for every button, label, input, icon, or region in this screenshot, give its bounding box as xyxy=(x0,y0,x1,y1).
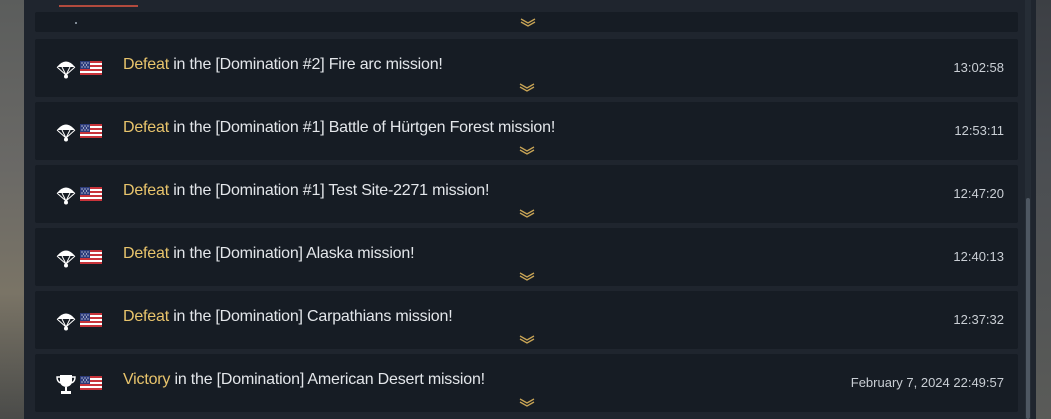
timestamp: 13:02:58 xyxy=(953,60,1004,75)
us-flag-icon xyxy=(80,61,102,75)
trophy-icon xyxy=(56,375,76,394)
timestamp: February 7, 2024 22:49:57 xyxy=(850,375,1004,390)
expand-chevron-icon[interactable] xyxy=(519,272,535,281)
mission-text: in the [Domination #1] Test Site-2271 mi… xyxy=(168,182,490,199)
timestamp: 12:37:32 xyxy=(953,312,1004,327)
message-text: Defeat in the [Domination] Alaska missio… xyxy=(123,245,415,263)
message-row-6[interactable]: Victory in the [Domination] American Des… xyxy=(35,354,1018,412)
expand-chevron-icon[interactable] xyxy=(520,18,536,27)
message-row-3[interactable]: Defeat in the [Domination #1] Test Site-… xyxy=(35,165,1018,223)
expand-chevron-icon[interactable] xyxy=(519,398,535,407)
partial-icon xyxy=(75,22,77,24)
mission-text: in the [Domination] American Desert miss… xyxy=(170,371,485,388)
message-text: Defeat in the [Domination #1] Test Site-… xyxy=(123,182,489,200)
mission-text: in the [Domination] Carpathians mission! xyxy=(168,308,453,325)
us-flag-icon xyxy=(80,250,102,264)
parachute-icon xyxy=(56,61,76,79)
message-row-2[interactable]: Defeat in the [Domination #1] Battle of … xyxy=(35,102,1018,160)
result-label: Defeat xyxy=(123,245,169,262)
message-row-1[interactable]: Defeat in the [Domination #2] Fire arc m… xyxy=(35,39,1018,97)
active-tab-indicator xyxy=(59,5,138,7)
us-flag-icon xyxy=(80,376,102,390)
result-label: Defeat xyxy=(123,182,169,199)
message-text: Victory in the [Domination] American Des… xyxy=(123,371,485,389)
message-text: Defeat in the [Domination #1] Battle of … xyxy=(123,119,555,137)
result-label: Victory xyxy=(123,371,171,388)
scrollbar-thumb[interactable] xyxy=(1026,198,1030,419)
message-row-4[interactable]: Defeat in the [Domination] Alaska missio… xyxy=(35,228,1018,286)
parachute-icon xyxy=(56,250,76,268)
mission-text: in the [Domination] Alaska mission! xyxy=(168,245,415,262)
us-flag-icon xyxy=(80,124,102,138)
timestamp: 12:47:20 xyxy=(953,186,1004,201)
us-flag-icon xyxy=(80,187,102,201)
result-label: Defeat xyxy=(123,56,169,73)
timestamp: 12:40:13 xyxy=(953,249,1004,264)
message-log-panel: Defeat in the [Domination #2] Fire arc m… xyxy=(24,0,1036,419)
background-right xyxy=(1036,0,1051,419)
mission-text: in the [Domination #2] Fire arc mission! xyxy=(168,56,443,73)
expand-chevron-icon[interactable] xyxy=(519,209,535,218)
message-text: Defeat in the [Domination] Carpathians m… xyxy=(123,308,453,326)
us-flag-icon xyxy=(80,313,102,327)
background-left xyxy=(0,0,24,419)
timestamp: 12:53:11 xyxy=(954,123,1004,138)
parachute-icon xyxy=(56,124,76,142)
expand-chevron-icon[interactable] xyxy=(519,83,535,92)
parachute-icon xyxy=(56,313,76,331)
parachute-icon xyxy=(56,187,76,205)
result-label: Defeat xyxy=(123,308,169,325)
message-row-5[interactable]: Defeat in the [Domination] Carpathians m… xyxy=(35,291,1018,349)
mission-text: in the [Domination #1] Battle of Hürtgen… xyxy=(168,119,556,136)
expand-chevron-icon[interactable] xyxy=(519,335,535,344)
message-text: Defeat in the [Domination #2] Fire arc m… xyxy=(123,56,443,74)
expand-chevron-icon[interactable] xyxy=(519,146,535,155)
result-label: Defeat xyxy=(123,119,169,136)
